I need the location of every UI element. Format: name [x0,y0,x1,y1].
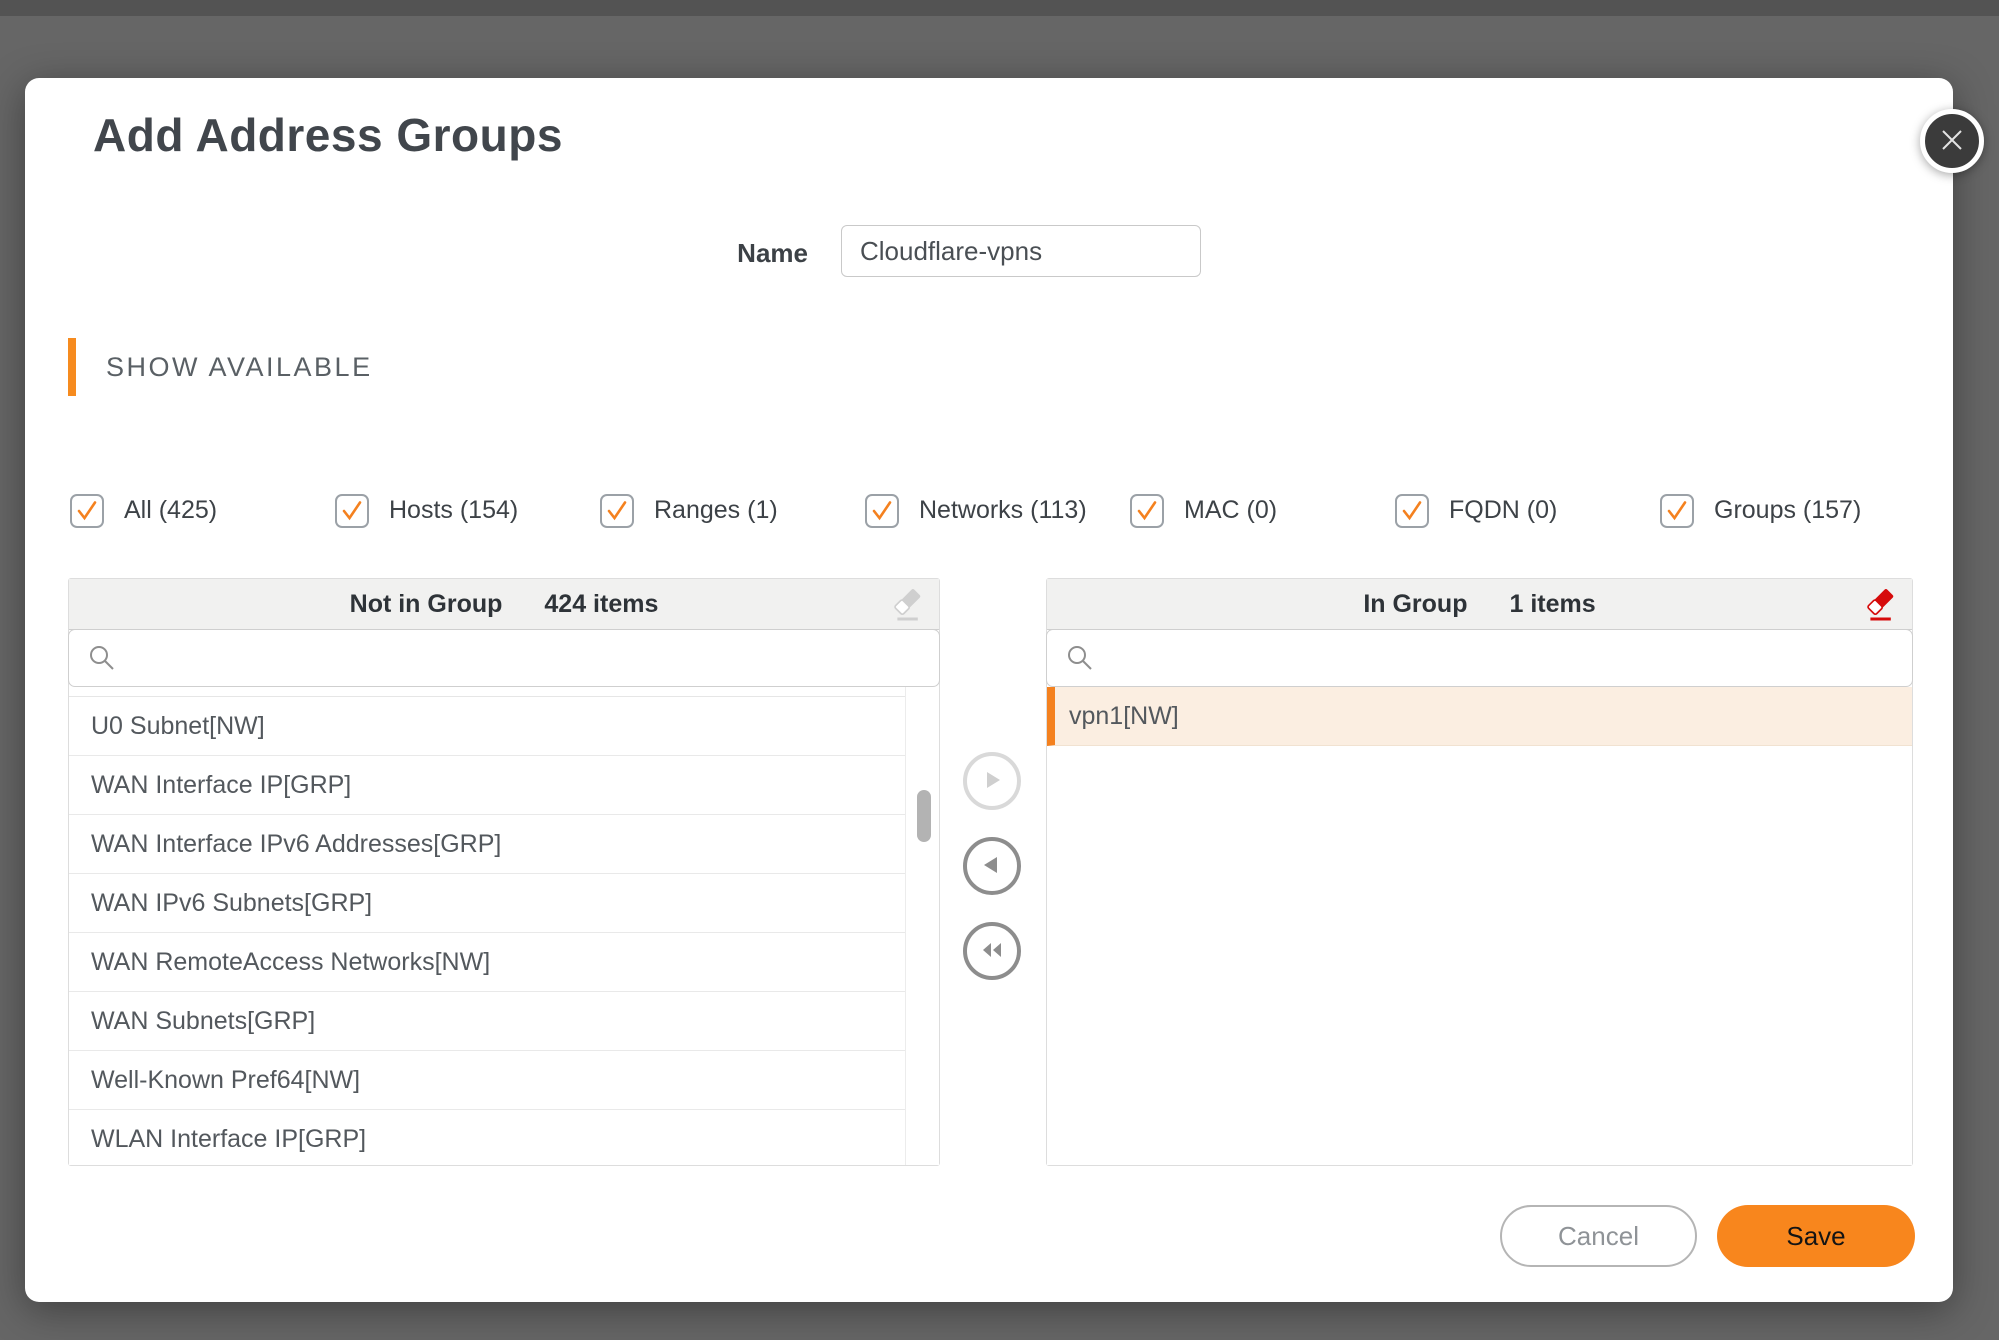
filter-checkbox-item[interactable]: Groups (157) [1660,463,1925,558]
not-in-group-count: 424 items [544,590,658,619]
scrollbar-track[interactable] [905,687,939,1165]
not-in-group-search-input[interactable] [127,630,929,688]
add-address-groups-dialog: Add Address Groups Name SHOW AVAILABLE A… [25,78,1953,1302]
filter-checkbox-item[interactable]: Networks (113) [865,463,1130,558]
in-group-search-input[interactable] [1105,630,1902,688]
scrolled-row-sliver [69,687,905,697]
list-item[interactable]: Well-Known Pref64[NW] [69,1051,905,1110]
not-in-group-search [68,629,940,687]
checkbox-checked-icon [1660,494,1694,528]
list-item[interactable]: WAN IPv6 Subnets[GRP] [69,874,905,933]
list-item-label: vpn1[NW] [1069,702,1179,731]
checkbox-checked-icon [335,494,369,528]
list-item[interactable]: WLAN Interface IP[GRP] [69,1110,905,1165]
filter-label: MAC (0) [1184,494,1277,527]
filter-label: FQDN (0) [1449,494,1557,527]
filter-label: All (425) [124,494,217,527]
list-item[interactable]: U0 Subnet[NW] [69,697,905,756]
section-heading: SHOW AVAILABLE [106,352,373,383]
selected-list-item[interactable]: vpn1[NW] [1047,687,1912,746]
list-item-label: WAN Subnets[GRP] [91,1007,315,1036]
save-button[interactable]: Save [1717,1205,1915,1267]
clear-group-button[interactable] [1862,585,1898,623]
list-item[interactable]: WAN Interface IP[GRP] [69,756,905,815]
double-arrow-left-icon [977,936,1007,967]
eraser-icon [889,611,925,626]
checkbox-checked-icon [600,494,634,528]
show-available-section: SHOW AVAILABLE [68,338,373,396]
clear-selection-button[interactable] [889,585,925,623]
checkbox-checked-icon [1395,494,1429,528]
accent-bar [68,338,76,396]
in-group-search [1046,629,1913,687]
in-group-panel: In Group 1 items [1046,578,1913,1166]
eraser-red-icon [1862,611,1898,626]
checkbox-checked-icon [1130,494,1164,528]
search-icon [1065,643,1095,678]
in-group-header: In Group 1 items [1047,579,1912,630]
in-group-title: In Group [1363,590,1467,619]
in-group-count: 1 items [1509,590,1595,619]
close-icon [1939,127,1965,156]
search-icon [87,643,117,678]
list-item-label: WAN IPv6 Subnets[GRP] [91,889,372,918]
not-in-group-panel: Not in Group 424 items [68,578,940,1166]
list-item-label: WAN Interface IPv6 Addresses[GRP] [91,830,501,859]
list-item-label: WAN RemoteAccess Networks[NW] [91,948,490,977]
list-item[interactable]: WAN Interface IPv6 Addresses[GRP] [69,815,905,874]
filter-checkbox-item[interactable]: FQDN (0) [1395,463,1660,558]
filter-checkbox-item[interactable]: Hosts (154) [335,463,600,558]
list-item-label: WAN Interface IP[GRP] [91,771,351,800]
list-item[interactable]: WAN Subnets[GRP] [69,992,905,1051]
filter-checkbox-item[interactable]: Ranges (1) [600,463,865,558]
close-button[interactable] [1920,109,1984,173]
scrollbar-thumb[interactable] [917,790,931,842]
list-item-label: WLAN Interface IP[GRP] [91,1125,366,1154]
filter-checkbox-item[interactable]: All (425) [70,463,335,558]
name-input[interactable] [841,225,1201,277]
checkbox-checked-icon [865,494,899,528]
name-label: Name [585,238,808,269]
in-group-list: vpn1[NW] [1047,687,1912,1165]
filter-label: Networks (113) [919,494,1087,527]
arrow-left-icon [978,851,1006,882]
cancel-button[interactable]: Cancel [1500,1205,1697,1267]
list-item[interactable]: WAN RemoteAccess Networks[NW] [69,933,905,992]
move-right-button[interactable] [963,752,1021,810]
checkbox-checked-icon [70,494,104,528]
screen-overlay: Add Address Groups Name SHOW AVAILABLE A… [0,0,1999,1340]
transfer-controls [963,752,1021,980]
move-left-button[interactable] [963,837,1021,895]
type-filter-row: All (425) Hosts (154) Ranges (1) [70,463,1950,558]
list-item-label: Well-Known Pref64[NW] [91,1066,360,1095]
not-in-group-list: U0 Subnet[NW] WAN Interface IP[GRP] WAN … [69,687,939,1165]
not-in-group-title: Not in Group [350,590,503,619]
move-all-left-button[interactable] [963,922,1021,980]
page-title: Add Address Groups [93,108,563,162]
filter-label: Groups (157) [1714,494,1861,527]
list-item-label: U0 Subnet[NW] [91,712,265,741]
filter-label: Hosts (154) [389,494,518,527]
filter-checkbox-item[interactable]: MAC (0) [1130,463,1395,558]
not-in-group-header: Not in Group 424 items [69,579,939,630]
filter-label: Ranges (1) [654,494,778,527]
arrow-right-icon [978,766,1006,797]
